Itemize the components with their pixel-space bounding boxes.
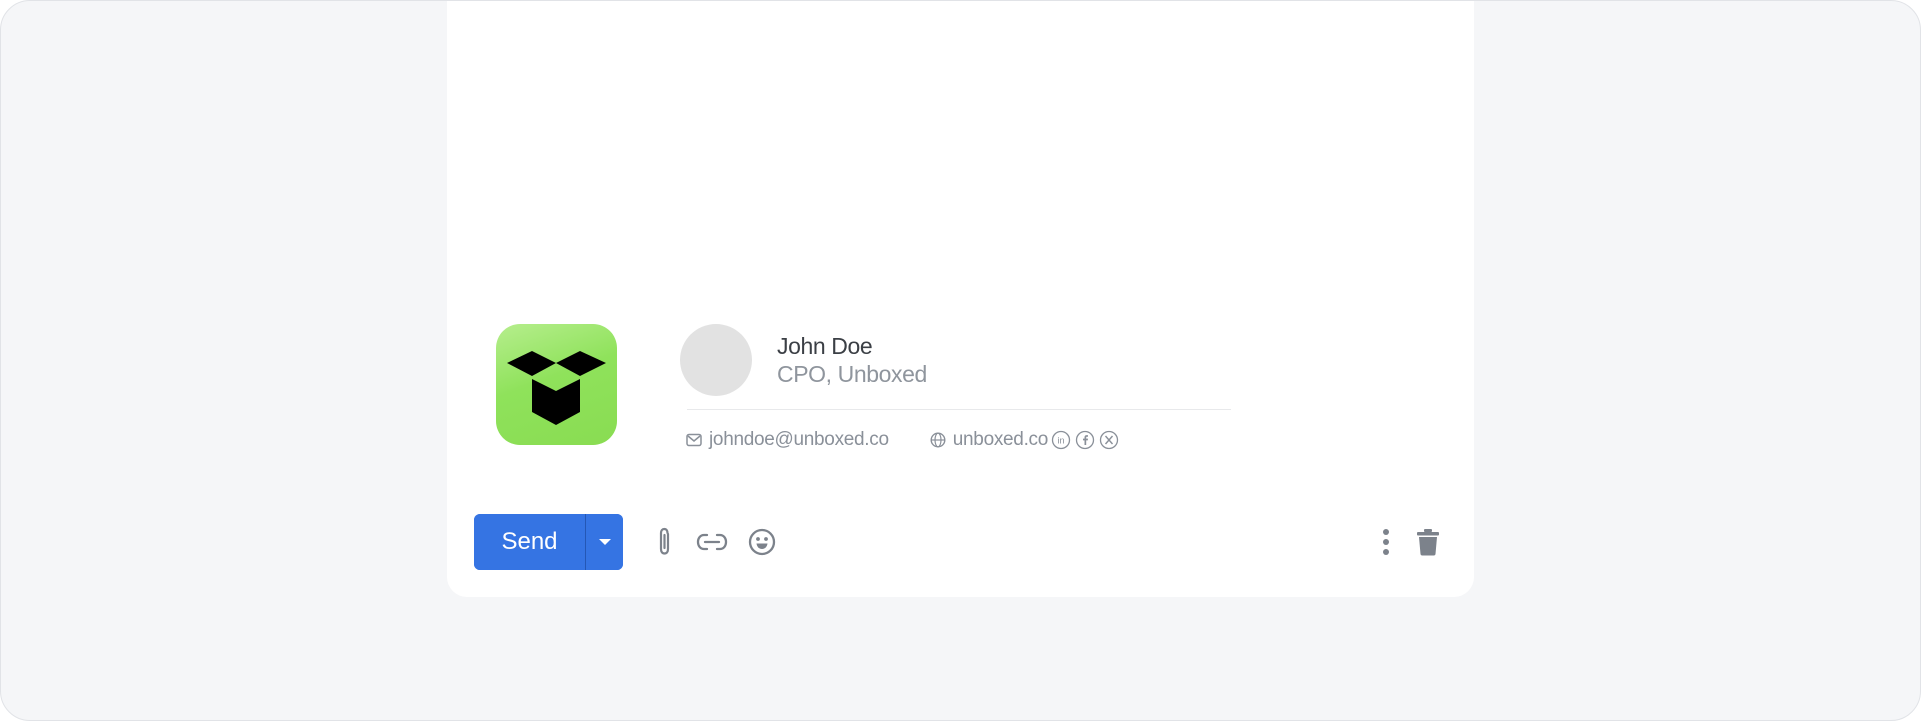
globe-icon	[929, 431, 947, 449]
email-contact[interactable]: johndoe@unboxed.co	[685, 429, 889, 451]
caret-down-icon	[598, 539, 611, 545]
avatar	[680, 324, 752, 396]
linkedin-icon[interactable]: in	[1051, 430, 1071, 450]
mail-icon	[685, 431, 703, 449]
send-options-button[interactable]	[586, 514, 623, 570]
more-options-button[interactable]	[1366, 522, 1406, 562]
signature-divider	[687, 409, 1231, 410]
signature-title: CPO, Unboxed	[777, 361, 927, 387]
send-button-group: Send	[474, 514, 623, 570]
emoji-button[interactable]	[742, 522, 782, 562]
signature-name: John Doe	[777, 333, 873, 359]
website-contact[interactable]: unboxed.co	[929, 429, 1048, 451]
attach-icon	[659, 527, 670, 555]
emoji-icon	[748, 528, 776, 556]
contact-row: johndoe@unboxed.co unboxed.co in	[685, 425, 1119, 455]
more-vertical-icon	[1383, 529, 1389, 555]
compose-card: John Doe CPO, Unboxed johndoe@unboxed.co	[447, 1, 1474, 597]
x-icon[interactable]	[1099, 430, 1119, 450]
insert-link-button[interactable]	[692, 522, 732, 562]
discard-button[interactable]	[1408, 522, 1448, 562]
website-link[interactable]: unboxed.co	[953, 429, 1049, 451]
open-box-icon	[507, 351, 606, 425]
company-logo	[496, 324, 617, 445]
email-link[interactable]: johndoe@unboxed.co	[709, 429, 889, 451]
send-button[interactable]: Send	[474, 514, 585, 570]
attach-button[interactable]	[645, 522, 685, 562]
app-frame: John Doe CPO, Unboxed johndoe@unboxed.co	[0, 0, 1921, 721]
compose-toolbar-right	[1366, 519, 1448, 565]
link-icon	[696, 533, 728, 551]
trash-icon	[1417, 529, 1439, 556]
svg-text:in: in	[1058, 436, 1065, 446]
facebook-icon[interactable]	[1075, 430, 1095, 450]
compose-toolbar: Send	[474, 514, 782, 570]
